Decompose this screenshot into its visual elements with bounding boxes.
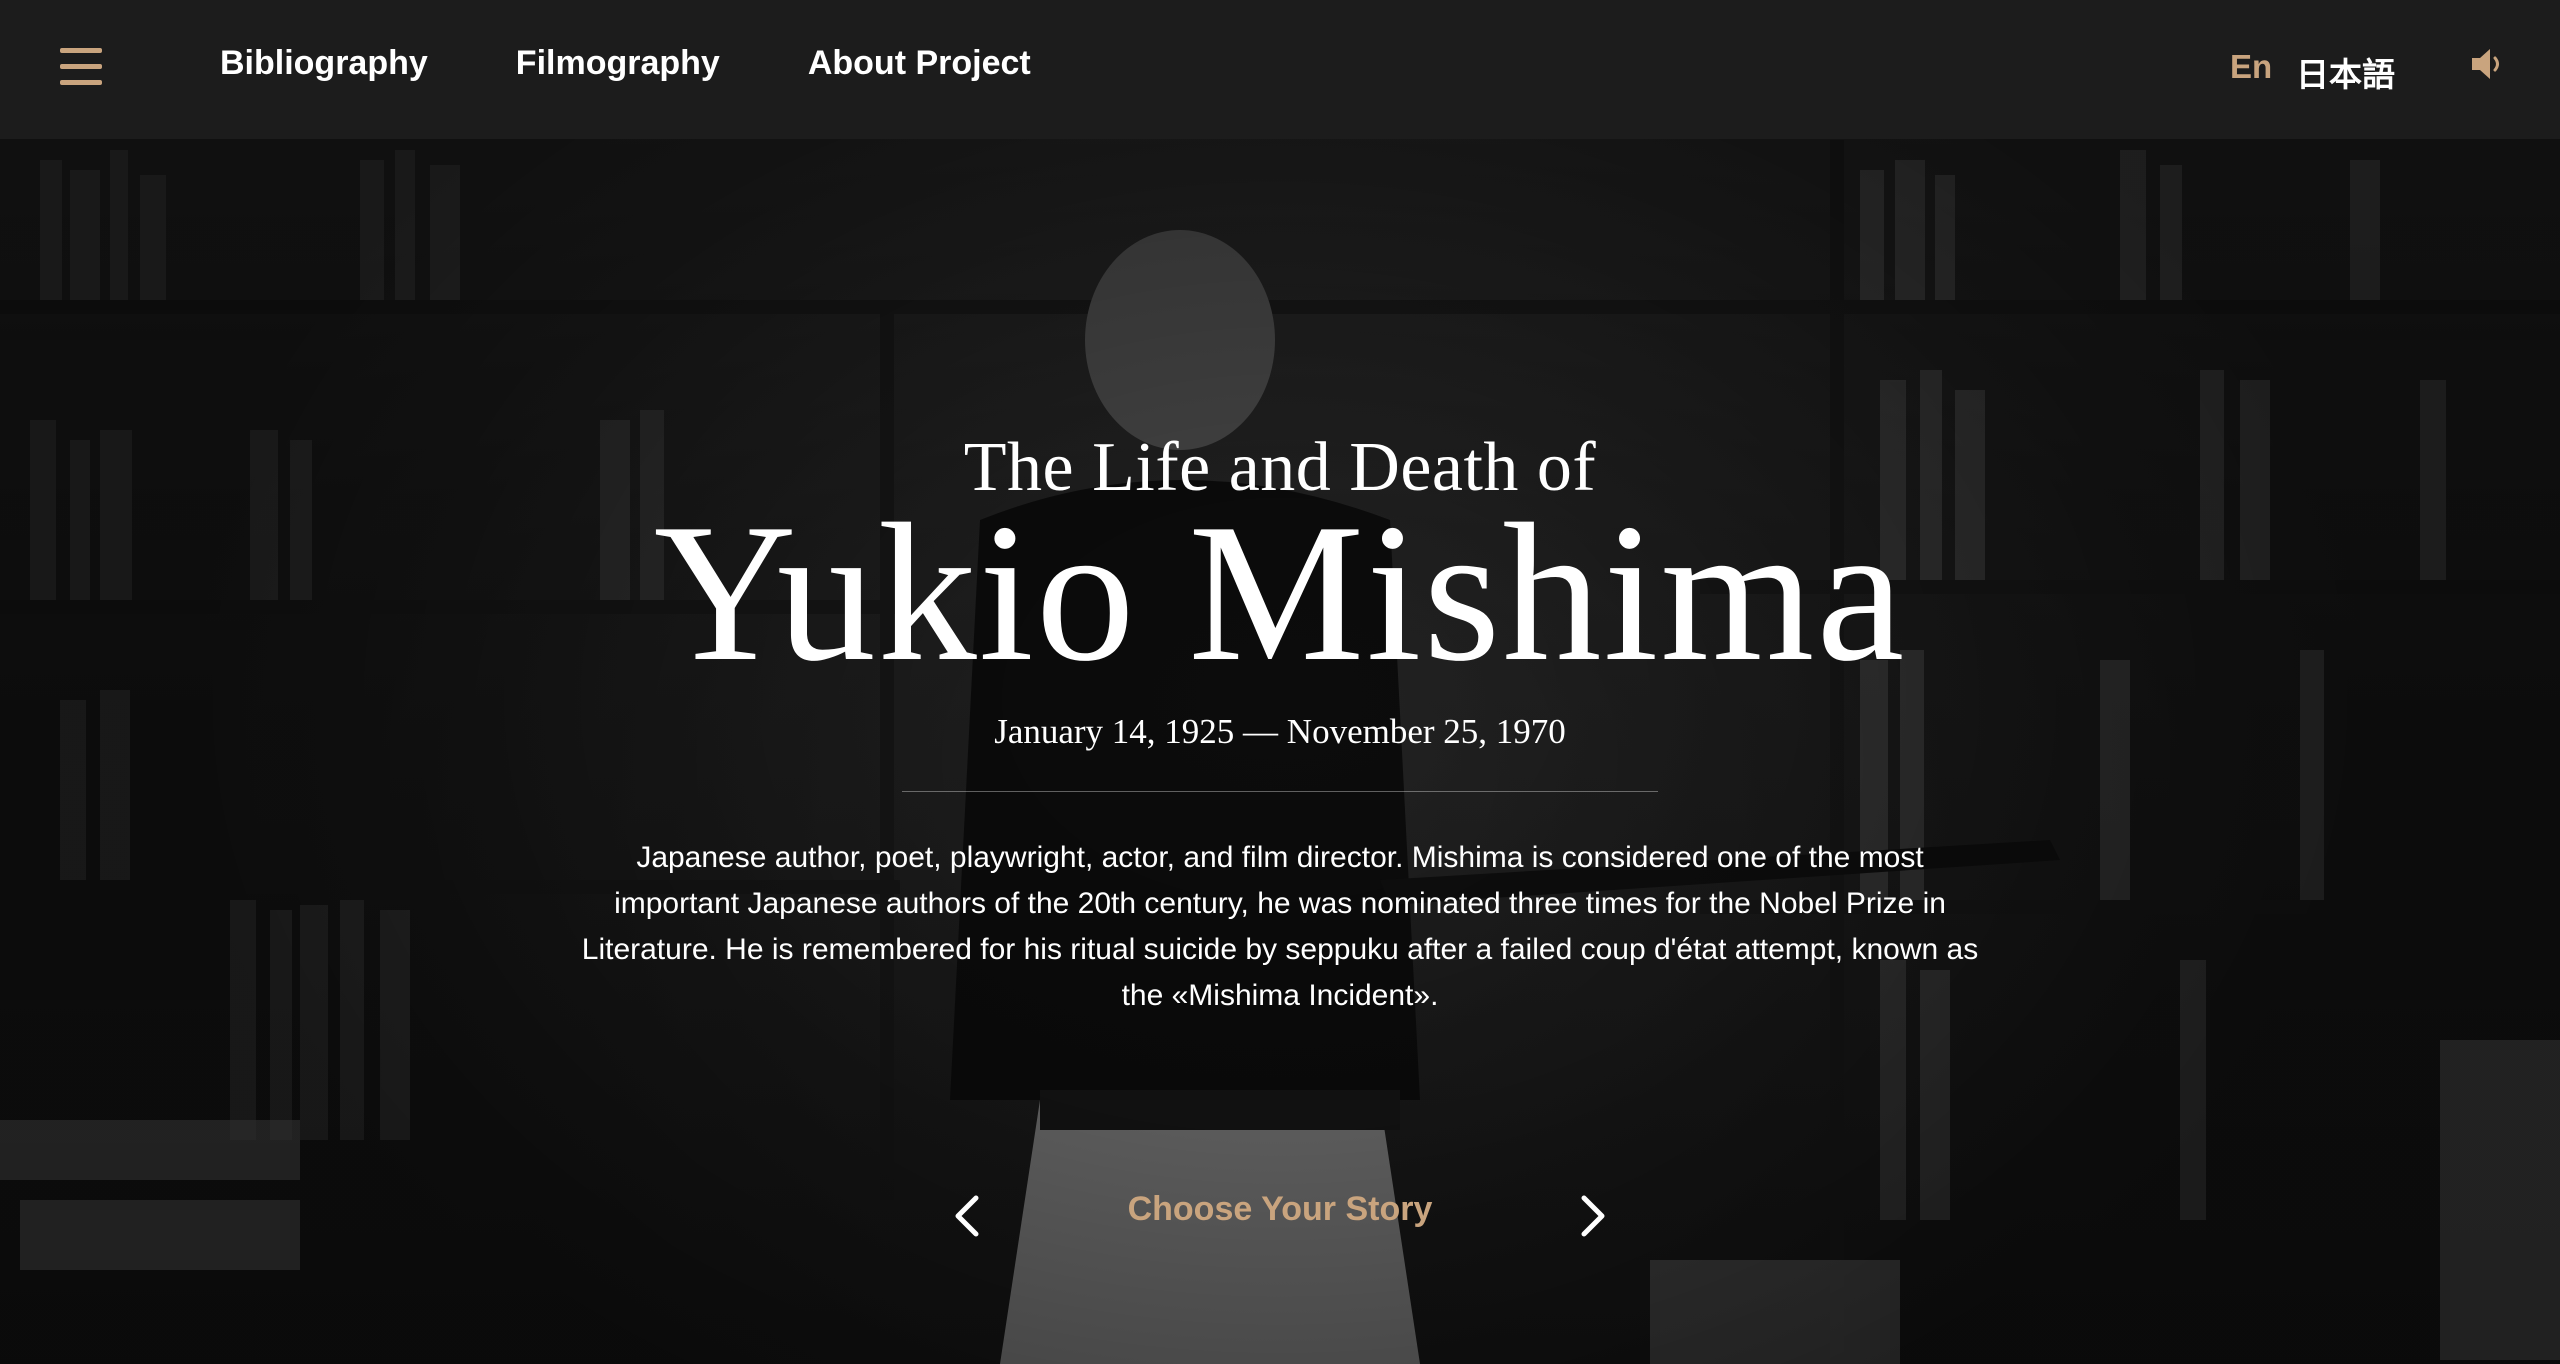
main-nav: Bibliography Filmography About Project (220, 44, 1119, 83)
hamburger-menu-icon[interactable] (60, 48, 102, 86)
speaker-icon[interactable] (2470, 46, 2510, 82)
chevron-right-icon[interactable] (1578, 1194, 1608, 1238)
language-option-ja[interactable]: 日本語 (2296, 48, 2395, 96)
language-option-en[interactable]: En (2230, 48, 2272, 86)
nav-link-filmography[interactable]: Filmography (516, 44, 720, 83)
hero-description: Japanese author, poet, playwright, actor… (581, 841, 1979, 1012)
hero-divider (902, 791, 1658, 792)
page: Bibliography Filmography About Project E… (0, 0, 2560, 1364)
hero-life-dates: January 14, 1925 — November 25, 1970 (994, 712, 1566, 751)
choose-your-story-button[interactable]: Choose Your Story (1128, 1190, 1433, 1228)
top-nav-bar: Bibliography Filmography About Project E… (0, 0, 2560, 139)
chevron-left-icon[interactable] (952, 1194, 982, 1238)
nav-link-bibliography[interactable]: Bibliography (220, 44, 428, 83)
nav-link-about-project[interactable]: About Project (808, 44, 1031, 83)
hero-title: Yukio Mishima (653, 483, 1907, 702)
